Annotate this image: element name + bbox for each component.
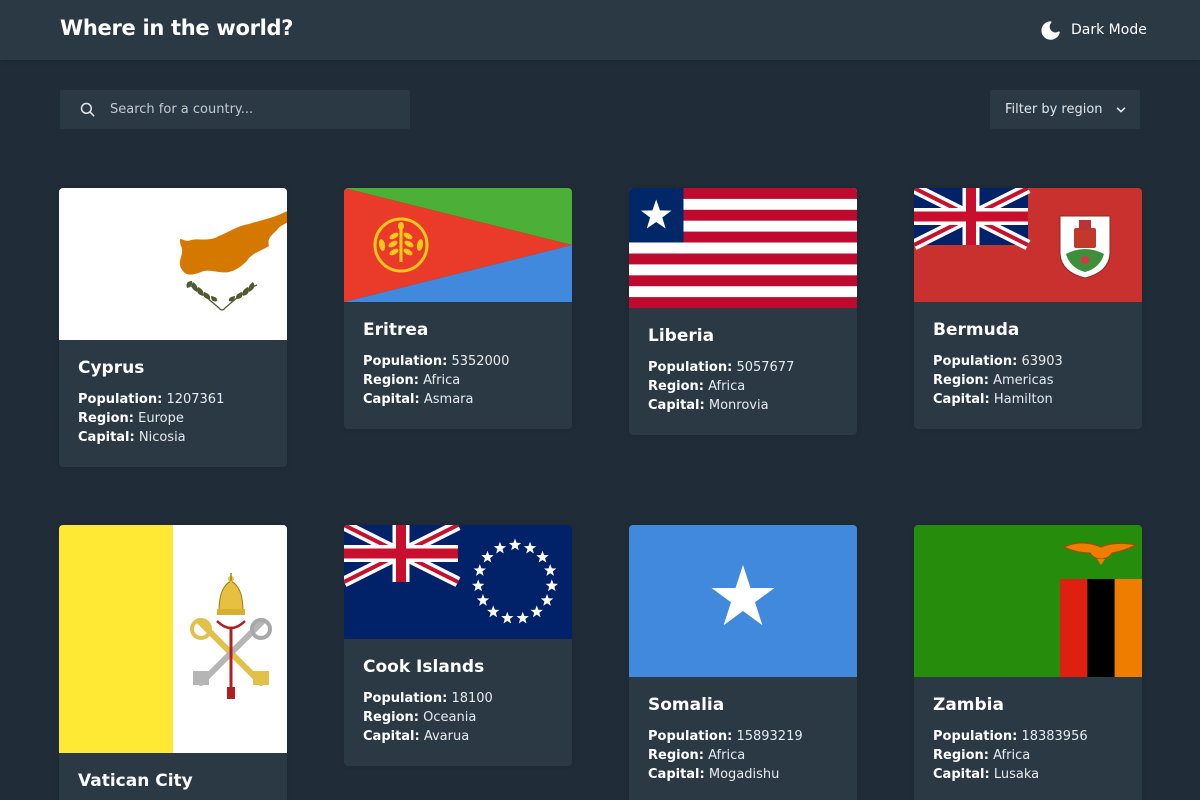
country-name: Cyprus — [78, 358, 145, 378]
population-value: 18100 — [451, 691, 493, 706]
vatican-flag — [59, 525, 287, 753]
capital-value: Avarua — [423, 729, 470, 744]
bermuda-flag — [914, 188, 1142, 302]
region-label: Region: — [363, 373, 419, 388]
capital-row: Capital: Avarua — [363, 727, 553, 746]
country-card-liberia[interactable]: Liberia Population: 5057677 Region: Afri… — [629, 188, 857, 435]
moon-icon — [1041, 20, 1060, 40]
population-label: Population: — [933, 354, 1018, 369]
search-icon — [80, 102, 95, 117]
country-card-bermuda[interactable]: Bermuda Population: 63903 Region: Americ… — [914, 188, 1142, 429]
population-label: Population: — [363, 691, 448, 706]
population-row: Population: 18100 — [363, 689, 553, 708]
region-label: Region: — [648, 748, 704, 763]
population-row: Population: 18383956 — [933, 727, 1123, 746]
population-label: Population: — [78, 392, 163, 407]
zambia-flag — [914, 525, 1142, 677]
capital-row: Capital: Lusaka — [933, 765, 1123, 784]
capital-row: Capital: Asmara — [363, 390, 553, 409]
capital-value: Nicosia — [138, 430, 186, 445]
capital-value: Lusaka — [993, 767, 1040, 782]
capital-label: Capital: — [933, 392, 990, 407]
region-label: Region: — [363, 710, 419, 725]
country-name: Vatican City — [78, 771, 193, 791]
app-title: Where in the world? — [60, 16, 294, 40]
population-value: 5352000 — [451, 354, 510, 369]
country-name: Eritrea — [363, 320, 429, 340]
country-card-cyprus[interactable]: Cyprus Population: 1207361 Region: Europ… — [59, 188, 287, 467]
population-value: 15893219 — [736, 729, 803, 744]
population-label: Population: — [363, 354, 448, 369]
region-value: Americas — [993, 373, 1054, 388]
region-label: Region: — [648, 379, 704, 394]
region-row: Region: Africa — [648, 377, 838, 396]
country-name: Bermuda — [933, 320, 1020, 340]
capital-row: Capital: Mogadishu — [648, 765, 838, 784]
capital-value: Hamilton — [993, 392, 1053, 407]
region-row: Region: Africa — [648, 746, 838, 765]
population-value: 18383956 — [1021, 729, 1088, 744]
region-value: Oceania — [423, 710, 477, 725]
cyprus-flag — [59, 188, 287, 340]
country-card-zambia[interactable]: Zambia Population: 18383956 Region: Afri… — [914, 525, 1142, 800]
population-label: Population: — [648, 360, 733, 375]
capital-row: Capital: Monrovia — [648, 396, 838, 415]
region-label: Region: — [933, 373, 989, 388]
cook-islands-flag — [344, 525, 572, 639]
search-box[interactable] — [60, 90, 410, 129]
population-label: Population: — [933, 729, 1018, 744]
app-header: Where in the world? Dark Mode — [0, 0, 1200, 60]
region-value: Africa — [708, 379, 746, 394]
population-value: 5057677 — [736, 360, 795, 375]
population-row: Population: 15893219 — [648, 727, 838, 746]
region-row: Region: Africa — [363, 371, 553, 390]
country-card-cook-islands[interactable]: Cook Islands Population: 18100 Region: O… — [344, 525, 572, 766]
search-input[interactable] — [110, 102, 390, 117]
capital-row: Capital: Nicosia — [78, 428, 268, 447]
capital-label: Capital: — [78, 430, 135, 445]
region-label: Region: — [78, 411, 134, 426]
country-name: Zambia — [933, 695, 1004, 715]
region-value: Africa — [423, 373, 461, 388]
capital-label: Capital: — [933, 767, 990, 782]
region-row: Region: Africa — [933, 746, 1123, 765]
region-row: Region: Europe — [78, 409, 268, 428]
capital-value: Asmara — [423, 392, 474, 407]
capital-label: Capital: — [648, 398, 705, 413]
dark-mode-toggle[interactable]: Dark Mode — [1040, 18, 1147, 42]
country-card-vatican-city[interactable]: Vatican City — [59, 525, 287, 800]
country-name: Liberia — [648, 326, 715, 346]
chevron-down-icon — [1116, 106, 1125, 112]
population-label: Population: — [648, 729, 733, 744]
population-row: Population: 63903 — [933, 352, 1123, 371]
country-card-somalia[interactable]: Somalia Population: 15893219 Region: Afr… — [629, 525, 857, 800]
country-name: Cook Islands — [363, 657, 485, 677]
dark-mode-label: Dark Mode — [1071, 22, 1147, 38]
capital-label: Capital: — [648, 767, 705, 782]
population-value: 1207361 — [166, 392, 225, 407]
region-value: Africa — [708, 748, 746, 763]
region-row: Region: Oceania — [363, 708, 553, 727]
somalia-flag — [629, 525, 857, 677]
capital-label: Capital: — [363, 729, 420, 744]
region-row: Region: Americas — [933, 371, 1123, 390]
population-row: Population: 1207361 — [78, 390, 268, 409]
region-label: Region: — [933, 748, 989, 763]
eritrea-flag — [344, 188, 572, 302]
capital-value: Monrovia — [708, 398, 769, 413]
capital-value: Mogadishu — [708, 767, 780, 782]
region-filter-label: Filter by region — [1005, 102, 1103, 117]
region-value: Europe — [138, 411, 184, 426]
capital-label: Capital: — [363, 392, 420, 407]
region-filter-select[interactable]: Filter by region — [990, 90, 1140, 129]
liberia-flag — [629, 188, 857, 308]
capital-row: Capital: Hamilton — [933, 390, 1123, 409]
country-name: Somalia — [648, 695, 725, 715]
country-card-eritrea[interactable]: Eritrea Population: 5352000 Region: Afri… — [344, 188, 572, 429]
population-value: 63903 — [1021, 354, 1063, 369]
population-row: Population: 5352000 — [363, 352, 553, 371]
population-row: Population: 5057677 — [648, 358, 838, 377]
region-value: Africa — [993, 748, 1031, 763]
